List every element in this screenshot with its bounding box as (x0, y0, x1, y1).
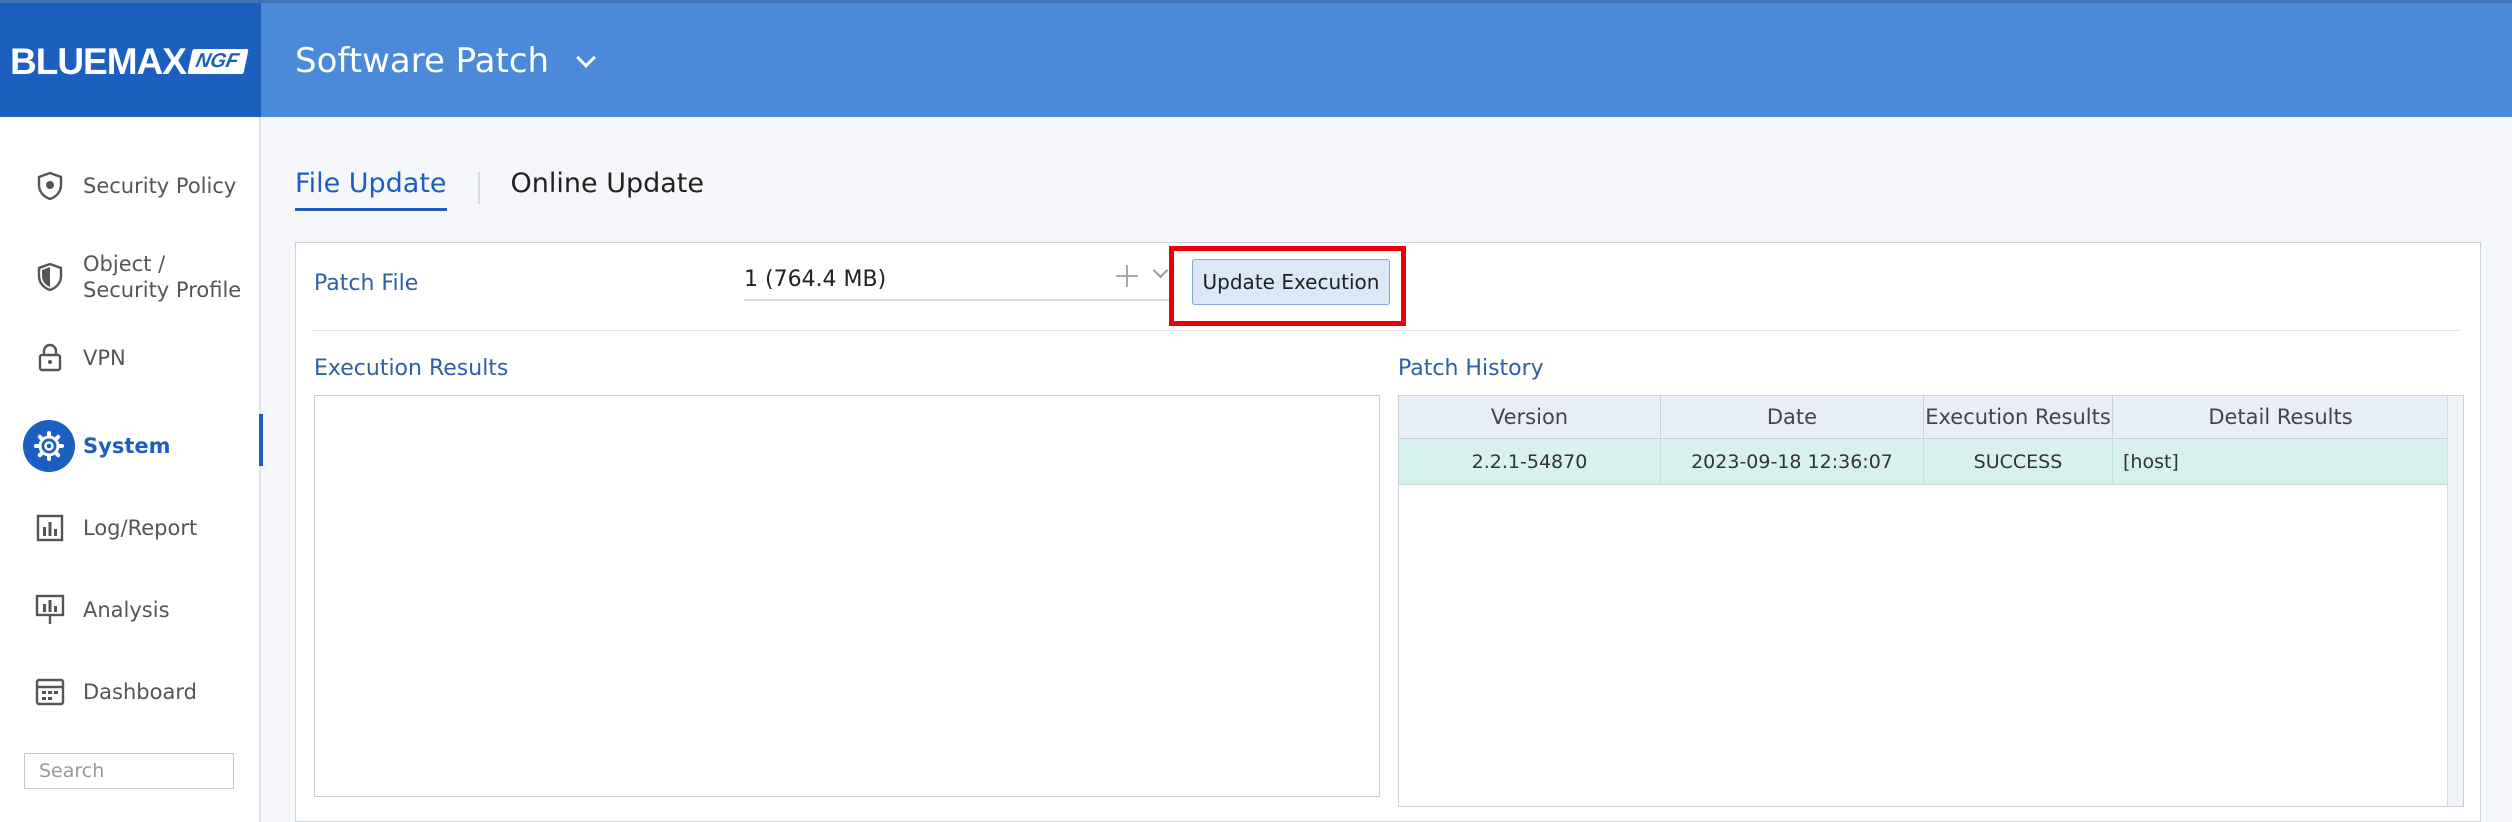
sidebar-item-log-report[interactable]: Log/Report (0, 511, 261, 545)
grid-scrollbar[interactable] (2447, 396, 2463, 806)
search-placeholder: Search (39, 760, 105, 782)
execution-results-title: Execution Results (314, 356, 509, 381)
bar-chart-icon (33, 511, 67, 545)
tab-bar: File Update Online Update (295, 168, 704, 218)
sidebar-item-label: System (83, 434, 171, 458)
table-row[interactable]: 2.2.1-54870 2023-09-18 12:36:07 SUCCESS … (1399, 439, 2449, 485)
sidebar-item-object-security-profile[interactable]: Object / Security Profile (0, 251, 261, 303)
sidebar-item-system[interactable]: System (0, 414, 263, 472)
sidebar-item-label: Dashboard (83, 680, 197, 704)
patch-file-label: Patch File (314, 271, 419, 296)
file-update-panel: Patch File 1 (764.4 MB) Update Execution… (295, 242, 2481, 822)
shield-filled-icon (33, 260, 67, 294)
cell-detail-results: [host] (2113, 439, 2449, 484)
chevron-down-icon[interactable] (571, 47, 599, 75)
shield-icon (33, 169, 67, 203)
brand-name: BLUEMAX (10, 40, 187, 82)
lock-icon (33, 341, 67, 375)
sidebar-search-input[interactable]: Search (24, 753, 234, 789)
app-window: BLUEMAX NGF Software Patch Security Poli… (0, 0, 2512, 822)
column-header-version[interactable]: Version (1399, 396, 1661, 438)
sidebar-item-label: Log/Report (83, 516, 198, 540)
sidebar-item-vpn[interactable]: VPN (0, 341, 261, 375)
tab-file-update[interactable]: File Update (295, 168, 447, 211)
sidebar-item-label: VPN (83, 346, 126, 370)
chevron-down-icon[interactable] (1151, 263, 1171, 283)
dashboard-icon (33, 675, 67, 709)
cell-version: 2.2.1-54870 (1399, 439, 1661, 484)
column-header-execution-results[interactable]: Execution Results (1924, 396, 2113, 438)
sidebar: Security Policy Object / Security Profil… (0, 117, 263, 822)
sidebar-item-security-policy[interactable]: Security Policy (0, 169, 261, 203)
sidebar-item-label: Object / Security Profile (83, 251, 241, 303)
sidebar-item-label-line1: Object / (83, 252, 166, 276)
plus-icon[interactable] (1114, 263, 1140, 289)
grid-header: Version Date Execution Results Detail Re… (1399, 396, 2449, 439)
patch-history-title: Patch History (1398, 356, 1544, 381)
tab-divider (477, 172, 480, 204)
brand-logo[interactable]: BLUEMAX NGF (0, 3, 261, 120)
cell-date: 2023-09-18 12:36:07 (1661, 439, 1924, 484)
top-bar: BLUEMAX NGF Software Patch (0, 0, 2512, 120)
sidebar-item-analysis[interactable]: Analysis (0, 593, 261, 627)
brand-badge: NGF (187, 49, 249, 74)
column-header-detail-results[interactable]: Detail Results (2113, 396, 2449, 438)
update-execution-button[interactable]: Update Execution (1192, 259, 1390, 305)
sidebar-item-label-line2: Security Profile (83, 278, 242, 302)
patch-history-grid: Version Date Execution Results Detail Re… (1398, 395, 2464, 807)
gear-icon (23, 420, 75, 472)
monitor-chart-icon (33, 593, 67, 627)
sidebar-item-label: Analysis (83, 598, 170, 622)
sidebar-item-dashboard[interactable]: Dashboard (0, 675, 261, 709)
cell-execution-result: SUCCESS (1924, 439, 2113, 484)
page-title-text: Software Patch (295, 41, 550, 81)
column-header-date[interactable]: Date (1661, 396, 1924, 438)
sidebar-item-label: Security Policy (83, 174, 237, 198)
patch-file-value: 1 (764.4 MB) (744, 267, 887, 292)
execution-results-area[interactable] (314, 395, 1380, 797)
divider (312, 330, 2462, 331)
patch-file-select[interactable]: 1 (764.4 MB) (744, 255, 1174, 301)
tab-online-update[interactable]: Online Update (511, 168, 704, 199)
page-title[interactable]: Software Patch (295, 41, 599, 81)
